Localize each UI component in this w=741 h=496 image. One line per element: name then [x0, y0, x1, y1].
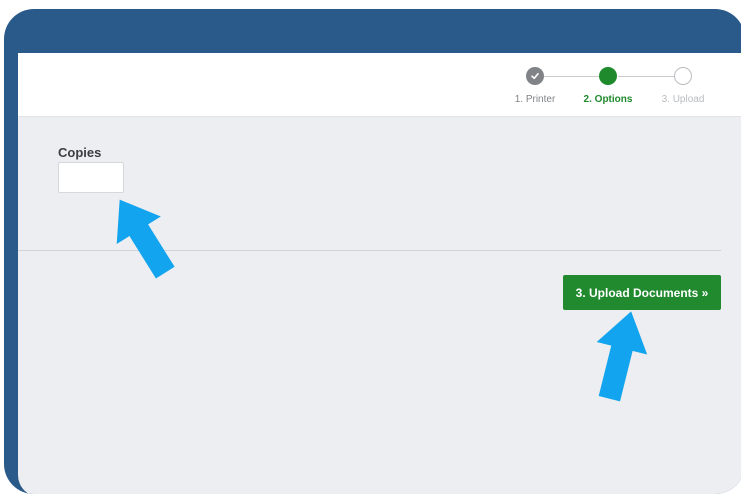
- step-printer-label[interactable]: 1. Printer: [515, 94, 556, 105]
- checkmark-icon: [531, 73, 539, 80]
- step-options-label: 2. Options: [583, 94, 633, 105]
- progress-stepper: 1. Printer 2. Options 3. Upload: [18, 53, 741, 116]
- stepper-connector: [542, 76, 606, 77]
- copies-label: Copies: [58, 145, 102, 160]
- main-panel: 1. Printer 2. Options 3. Upload Copies 3…: [18, 53, 741, 494]
- step-printer-indicator[interactable]: [526, 67, 544, 85]
- step-upload-indicator: [674, 67, 692, 85]
- browser-frame: 1. Printer 2. Options 3. Upload Copies 3…: [4, 9, 741, 494]
- upload-documents-button[interactable]: 3. Upload Documents »: [563, 275, 721, 310]
- step-options-indicator[interactable]: [599, 67, 617, 85]
- copies-input[interactable]: [58, 162, 124, 193]
- section-divider: [18, 250, 721, 251]
- stepper-connector: [618, 76, 682, 77]
- step-upload-label: 3. Upload: [661, 94, 705, 105]
- wizard-header: 1. Printer 2. Options 3. Upload: [18, 53, 741, 117]
